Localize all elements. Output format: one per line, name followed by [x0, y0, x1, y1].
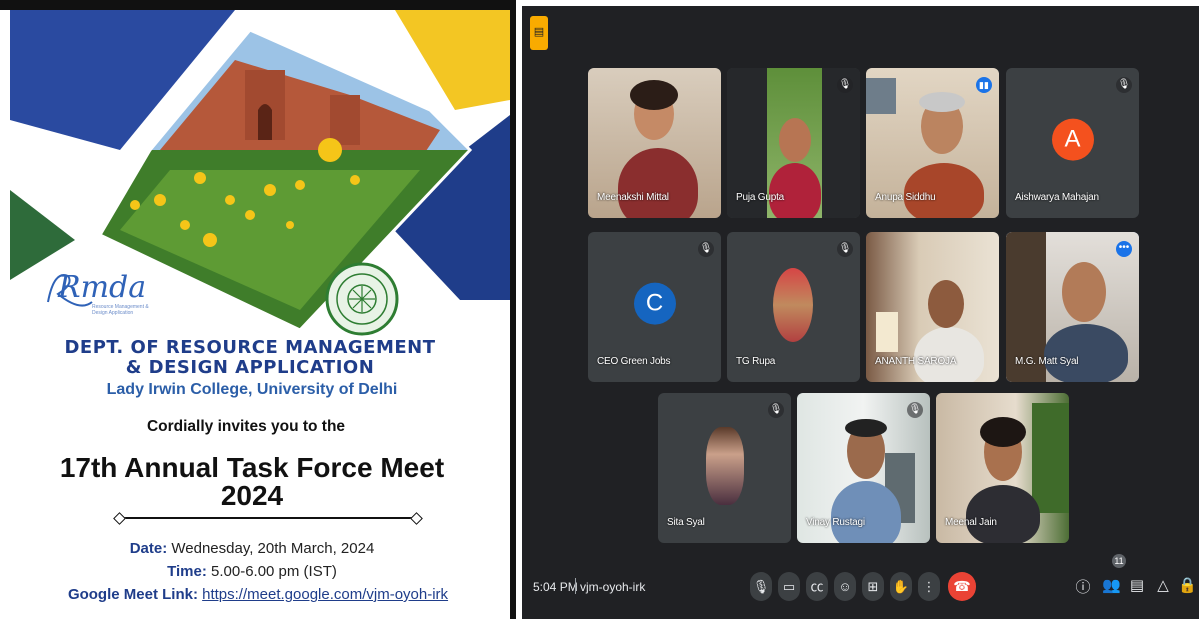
participant-name: Vinay Rustagi — [806, 517, 865, 528]
raise-hand-icon[interactable]: ✋ — [890, 572, 912, 601]
google-meet-window: ▤ Meenakshi Mittal 🎙 Puja Gupta ▮▮ Anupa… — [522, 6, 1199, 619]
present-icon[interactable]: ⊞ — [862, 572, 884, 601]
participant-tile[interactable]: 🎙 Puja Gupta — [727, 68, 860, 218]
more-options-icon[interactable]: ⋮ — [918, 572, 940, 601]
meeting-code: vjm-oyoh-irk — [580, 580, 646, 594]
mic-muted-icon: 🎙 — [768, 402, 784, 418]
participant-tile[interactable]: Meenal Jain — [936, 393, 1069, 543]
date-value: Wednesday, 20th March, 2024 — [171, 540, 375, 557]
participant-name: M.G. Matt Syal — [1015, 356, 1079, 367]
date-label: Date: — [129, 540, 168, 557]
rmda-logo-subtext: Resource Management & Design Application — [92, 304, 149, 316]
divider-diamond-left — [113, 512, 126, 525]
participant-tile-active[interactable]: ••• M.G. Matt Syal — [1006, 232, 1139, 382]
participant-tile[interactable]: 🎙 TG Rupa — [727, 232, 860, 382]
end-call-icon[interactable]: ☎ — [948, 572, 976, 601]
event-date: Date: Wednesday, 20th March, 2024 — [0, 540, 510, 557]
avatar: C — [633, 282, 676, 325]
dept-title-line1: DEPT. OF RESOURCE MANAGEMENT — [64, 337, 436, 358]
invite-text: Cordially invites you to the — [146, 418, 346, 435]
participant-name: Puja Gupta — [736, 192, 785, 203]
captions-icon[interactable]: ㏄ — [806, 572, 828, 601]
bar-separator — [575, 578, 576, 594]
camera-icon[interactable]: ▭ — [778, 572, 800, 601]
activities-icon[interactable]: △ — [1154, 576, 1172, 594]
participant-tile[interactable]: ANANTH SAROJA — [866, 232, 999, 382]
participant-name: Anupa Siddhu — [875, 192, 936, 203]
meet-link-label: Google Meet Link: — [67, 586, 198, 603]
more-options-icon[interactable]: ••• — [1116, 241, 1132, 257]
participant-tile[interactable]: 🎙 Vinay Rustagi — [797, 393, 930, 543]
college-name: Lady Irwin College, University of Delhi — [106, 381, 398, 398]
people-icon[interactable]: 👥 — [1102, 576, 1121, 594]
participant-tile[interactable]: C 🎙 CEO Green Jobs — [588, 232, 721, 382]
participant-name: Sita Syal — [667, 517, 705, 528]
mic-muted-icon: 🎙 — [837, 77, 853, 93]
participant-name: TG Rupa — [736, 356, 776, 367]
participant-name: Meenakshi Mittal — [597, 192, 669, 203]
emoji-icon[interactable]: ☺ — [834, 572, 856, 601]
college-seal-logo — [325, 262, 399, 336]
participant-tile[interactable]: 🎙 Sita Syal — [658, 393, 791, 543]
time-label: Time: — [167, 563, 207, 580]
participant-tile[interactable]: Meenakshi Mittal — [588, 68, 721, 218]
dept-title-line2: & DESIGN APPLICATION — [125, 357, 375, 378]
meet-link-url[interactable]: https://meet.google.com/vjm-oyoh-irk — [202, 586, 448, 603]
mic-muted-icon: 🎙 — [907, 402, 923, 418]
mic-muted-icon: 🎙 — [837, 241, 853, 257]
participant-name: CEO Green Jobs — [597, 356, 671, 367]
speaking-indicator-icon: ▮▮ — [976, 77, 992, 93]
chat-icon[interactable]: ▤ — [1128, 576, 1146, 594]
divider-diamond-right — [410, 512, 423, 525]
participant-count-badge: 11 — [1112, 554, 1126, 568]
rmda-logo-text: Rmda — [58, 270, 147, 305]
time-value: 5.00-6.00 pm (IST) — [211, 563, 337, 580]
mic-icon[interactable]: 🎙 — [750, 572, 772, 601]
mic-muted-icon: 🎙 — [1116, 77, 1132, 93]
avatar: A — [1051, 118, 1094, 161]
event-year: 2024 — [220, 480, 284, 511]
participant-name: Aishwarya Mahajan — [1015, 192, 1099, 203]
info-icon[interactable]: ⓘ — [1074, 576, 1092, 597]
recording-flag-icon[interactable]: ▤ — [530, 16, 548, 50]
participant-name: ANANTH SAROJA — [875, 356, 957, 367]
participant-tile[interactable]: A 🎙 Aishwarya Mahajan — [1006, 68, 1139, 218]
invitation-poster: Rmda Resource Management & Design Applic… — [0, 0, 516, 619]
participant-name: Meenal Jain — [945, 517, 997, 528]
meeting-clock: 5:04 PM — [533, 580, 578, 594]
poster-divider — [118, 517, 418, 519]
meet-link: Google Meet Link: https://meet.google.co… — [0, 586, 510, 603]
lock-icon[interactable]: 🔒 — [1178, 576, 1197, 594]
participant-tile[interactable]: ▮▮ Anupa Siddhu — [866, 68, 999, 218]
mic-muted-icon: 🎙 — [698, 241, 714, 257]
event-time: Time: 5.00-6.00 pm (IST) — [0, 563, 510, 580]
